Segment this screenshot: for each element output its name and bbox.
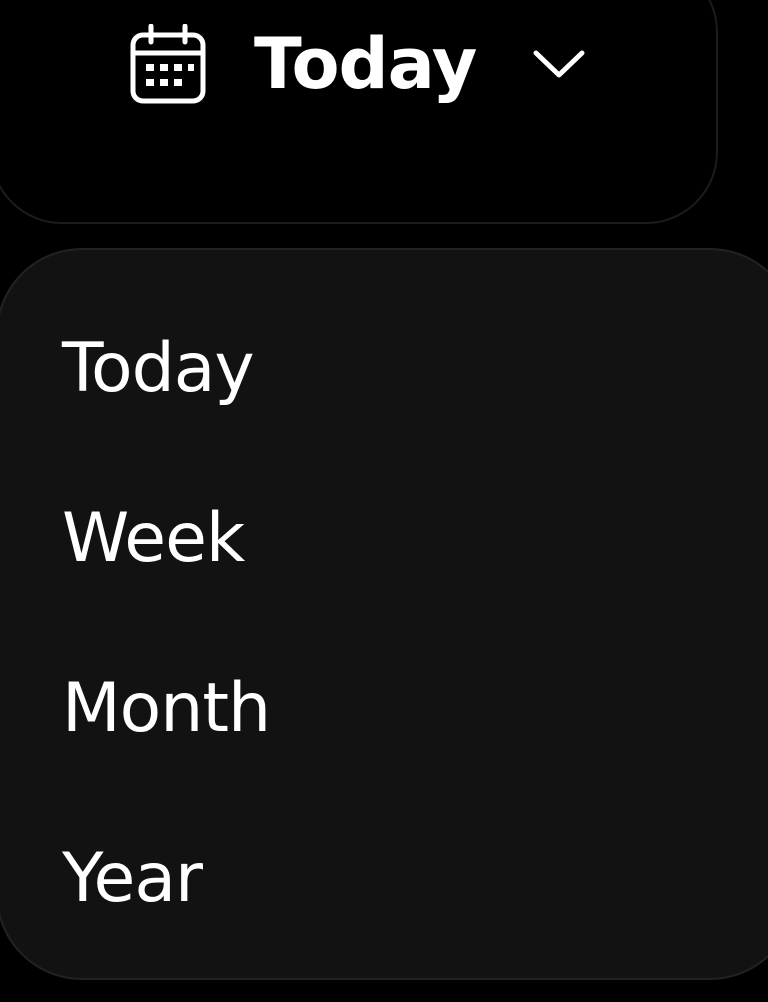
date-range-dropdown-menu: Today Week Month Year bbox=[0, 248, 768, 980]
calendar-icon bbox=[130, 24, 206, 104]
selected-range-label: Today bbox=[254, 23, 477, 105]
menu-item-month[interactable]: Month bbox=[62, 654, 742, 764]
chevron-down-icon bbox=[533, 50, 585, 78]
menu-item-year[interactable]: Year bbox=[62, 824, 742, 934]
date-range-button[interactable]: Today bbox=[0, 0, 718, 224]
menu-item-week[interactable]: Week bbox=[62, 484, 742, 594]
date-range-picker: Today Today Week Month Year bbox=[0, 0, 768, 1002]
date-range-button-content: Today bbox=[130, 20, 586, 108]
menu-item-today[interactable]: Today bbox=[62, 314, 742, 424]
